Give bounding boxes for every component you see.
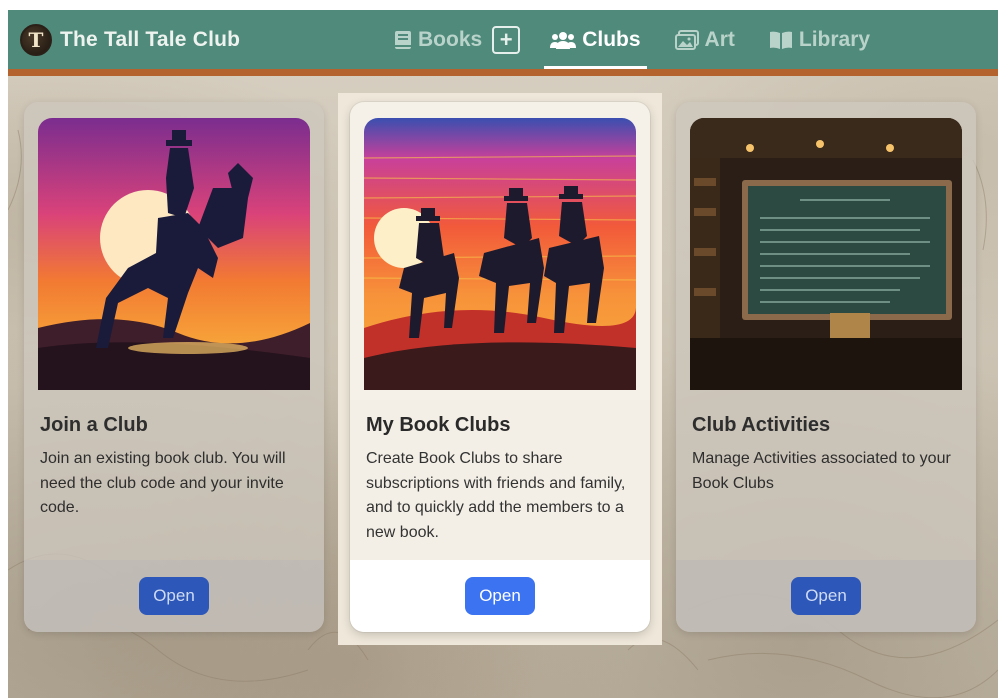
card-title: My Book Clubs <box>366 414 511 436</box>
nav-art-label: Art <box>704 27 735 51</box>
card-body: My Book Clubs Create Book Clubs to share… <box>350 400 650 560</box>
nav-library-label: Library <box>798 27 871 51</box>
card-body: Club Activities Manage Activities associ… <box>676 400 976 560</box>
card-image-cowboy-rider <box>38 118 310 390</box>
nav-books-label: Books <box>418 27 483 51</box>
card-footer: Open <box>350 560 650 632</box>
open-my-book-clubs-button[interactable]: Open <box>465 577 535 615</box>
card-title: Club Activities <box>692 414 831 436</box>
join-club-card: Join a Club Join an existing book club. … <box>24 102 324 632</box>
add-book-button[interactable]: + <box>492 25 521 54</box>
club-logo-icon: T <box>20 24 52 56</box>
plus-square-icon: + <box>499 26 513 52</box>
nav-clubs-label: Clubs <box>582 27 641 51</box>
open-join-club-button[interactable]: Open <box>139 577 209 615</box>
card-body: Join a Club Join an existing book club. … <box>24 400 324 560</box>
users-icon <box>550 30 577 50</box>
open-club-activities-button[interactable]: Open <box>791 577 861 615</box>
app-frame: T The Tall Tale Club Books + Clubs Art L… <box>8 10 998 698</box>
main-nav: Books + Clubs Art Library <box>388 10 876 69</box>
card-footer: Open <box>676 560 976 632</box>
brand[interactable]: T The Tall Tale Club <box>20 24 240 56</box>
nav-art[interactable]: Art <box>669 10 741 69</box>
my-book-clubs-card: My Book Clubs Create Book Clubs to share… <box>350 102 650 632</box>
book-open-icon <box>769 30 793 50</box>
top-navbar: T The Tall Tale Club Books + Clubs Art L… <box>8 10 998 76</box>
nav-clubs[interactable]: Clubs <box>544 10 647 69</box>
card-description: Join an existing book club. You will nee… <box>40 450 286 516</box>
card-image-three-riders <box>364 118 636 390</box>
nav-library[interactable]: Library <box>763 10 876 69</box>
card-title: Join a Club <box>40 414 148 436</box>
nav-books[interactable]: Books <box>388 10 488 69</box>
book-icon <box>394 30 412 50</box>
card-footer: Open <box>24 560 324 632</box>
card-description: Create Book Clubs to share subscriptions… <box>366 450 626 541</box>
card-description: Manage Activities associated to your Boo… <box>692 450 951 492</box>
club-activities-card: Club Activities Manage Activities associ… <box>676 102 976 632</box>
card-image-chalkboard <box>690 118 962 390</box>
images-icon <box>674 29 699 50</box>
app-title: The Tall Tale Club <box>60 28 241 51</box>
